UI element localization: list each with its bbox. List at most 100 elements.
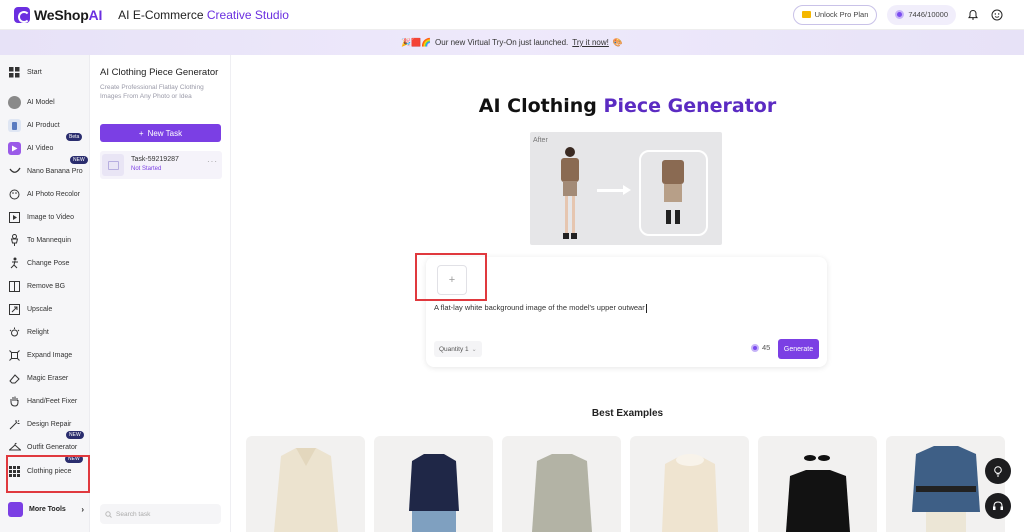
chevron-down-icon: ⌄: [471, 346, 477, 353]
example-card[interactable]: [246, 436, 365, 532]
beta-badge: Beta: [66, 133, 83, 141]
remove-bg-icon: [8, 280, 21, 293]
sparkle-icon: 🎨: [612, 38, 623, 47]
banner-link[interactable]: Try it now!: [572, 38, 609, 47]
sidebar-item-magic-eraser[interactable]: Magic Eraser: [8, 368, 90, 388]
sidebar-item-label: Start: [27, 68, 42, 76]
eraser-icon: [8, 372, 21, 385]
prompt-value: A flat-lay white background image of the…: [434, 303, 645, 312]
generate-button[interactable]: Generate: [778, 339, 819, 359]
example-card[interactable]: [886, 436, 1005, 532]
sidebar-item-to-mannequin[interactable]: To Mannequin: [8, 230, 90, 250]
more-options-icon[interactable]: ···: [207, 157, 218, 166]
sidebar-item-nano-banana-pro[interactable]: Nano Banana Pro NEW: [8, 156, 90, 181]
ideas-lightbulb-button[interactable]: [985, 458, 1011, 484]
cost-value: 45: [762, 343, 771, 352]
plus-icon: +: [138, 128, 144, 138]
logo-icon: [14, 6, 30, 23]
unlock-pro-button[interactable]: Unlock Pro Plan: [792, 4, 878, 25]
task-status: Not Started: [131, 166, 162, 172]
highlight-annotation-clothing-piece: [6, 455, 90, 493]
sidebar-item-ai-photo-recolor[interactable]: AI Photo Recolor: [8, 184, 90, 204]
sidebar-item-label: Upscale: [27, 305, 53, 313]
banner-text: Our new Virtual Try-On just launched.: [435, 38, 569, 47]
prompt-input[interactable]: A flat-lay white background image of the…: [434, 303, 647, 313]
search-placeholder: Search task: [116, 510, 151, 518]
new-task-label: New Task: [147, 128, 183, 138]
new-badge: NEW: [66, 431, 84, 439]
palette-icon: [8, 188, 21, 201]
example-card[interactable]: [758, 436, 877, 532]
studio-title-accent: Creative Studio: [206, 7, 289, 22]
search-icon: [105, 510, 112, 518]
title-accent-piece: Piece: [603, 95, 662, 117]
image-placeholder-icon: [102, 154, 124, 176]
quantity-select[interactable]: Quantity 1 ⌄: [434, 341, 482, 357]
example-card[interactable]: [502, 436, 621, 532]
text-caret: [645, 303, 647, 313]
sidebar-item-ai-video[interactable]: AI Video Beta: [8, 133, 90, 158]
more-tools-button[interactable]: More Tools ›: [8, 500, 84, 518]
mannequin-icon: [8, 234, 21, 247]
lightbulb-icon: [994, 466, 1002, 477]
sidebar-item-ai-model[interactable]: AI Model: [8, 92, 90, 112]
sidebar-item-label: AI Video: [27, 144, 54, 152]
example-card[interactable]: [374, 436, 493, 532]
logo-ai: AI: [88, 6, 103, 23]
sidebar-item-label: Magic Eraser: [27, 374, 69, 382]
product-icon: [8, 118, 21, 132]
sidebar-item-image-to-video[interactable]: Image to Video: [8, 207, 90, 227]
hanger-icon: [8, 441, 21, 454]
search-task-input[interactable]: Search task: [100, 504, 221, 524]
example-preview-image: After: [530, 132, 722, 245]
toolbox-icon: [8, 501, 23, 517]
more-tools-label: More Tools: [29, 505, 66, 513]
grid-icon: [8, 66, 21, 79]
bell-icon[interactable]: [966, 8, 980, 22]
sidebar-item-remove-bg[interactable]: Remove BG: [8, 276, 90, 296]
main-content: AI Clothing Piece Generator After + A fl…: [231, 55, 1024, 532]
sidebar-item-label: Expand Image: [27, 351, 73, 359]
generation-cost: 45: [751, 343, 770, 352]
sidebar-item-label: Hand/Feet Fixer: [27, 397, 78, 405]
sidebar-item-label: Design Repair: [27, 420, 72, 428]
sidebar-item-label: Relight: [27, 328, 49, 336]
pose-icon: [8, 257, 21, 270]
weshop-logo[interactable]: WeShopAI: [14, 6, 103, 23]
new-task-button[interactable]: + New Task: [100, 124, 221, 142]
sidebar-item-label: Outfit Generator: [27, 443, 78, 451]
expand-icon: [8, 349, 21, 362]
credit-balance[interactable]: 7446/10000: [887, 4, 956, 25]
wand-icon: [8, 418, 21, 431]
video-icon: [8, 141, 21, 155]
tool-title: AI Clothing Piece Generator: [100, 67, 219, 78]
model-avatar-icon: [8, 95, 21, 109]
sidebar-item-outfit-generator[interactable]: Outfit Generator NEW: [8, 431, 90, 457]
sidebar-item-label: Change Pose: [27, 259, 70, 267]
user-avatar-icon[interactable]: [990, 8, 1004, 22]
sidebar-item-relight[interactable]: Relight: [8, 322, 90, 342]
unlock-pro-label: Unlock Pro Plan: [814, 10, 869, 19]
sidebar-item-label: AI Photo Recolor: [27, 190, 80, 198]
sidebar-item-label: Nano Banana Pro: [27, 167, 83, 175]
coin-icon: [895, 10, 905, 19]
top-header: WeShopAI AI E-Commerce Creative Studio U…: [0, 0, 1024, 30]
sidebar-item-start[interactable]: Start: [8, 62, 90, 82]
sidebar-item-hand-feet-fixer[interactable]: Hand/Feet Fixer: [8, 391, 90, 411]
chevron-right-icon: ›: [81, 504, 84, 514]
logo-name: WeShop: [34, 6, 89, 23]
example-card[interactable]: [630, 436, 749, 532]
sidebar-item-ai-product[interactable]: AI Product: [8, 115, 90, 135]
sidebar-item-upscale[interactable]: Upscale: [8, 299, 90, 319]
sidebar-item-expand-image[interactable]: Expand Image: [8, 345, 90, 365]
tool-description: Create Professional Flatlay Clothing Ima…: [100, 84, 204, 100]
sidebar-item-label: To Mannequin: [27, 236, 71, 244]
bulb-icon: [8, 326, 21, 339]
best-examples-heading: Best Examples: [591, 408, 664, 419]
sidebar-item-change-pose[interactable]: Change Pose: [8, 253, 90, 273]
credit-value: 7446/10000: [908, 10, 948, 19]
banana-icon: [8, 165, 21, 178]
task-item[interactable]: Task-59219287 Not Started ···: [100, 151, 222, 179]
support-chat-button[interactable]: [985, 493, 1011, 519]
party-icon: 🎉🟥🌈: [401, 38, 432, 47]
